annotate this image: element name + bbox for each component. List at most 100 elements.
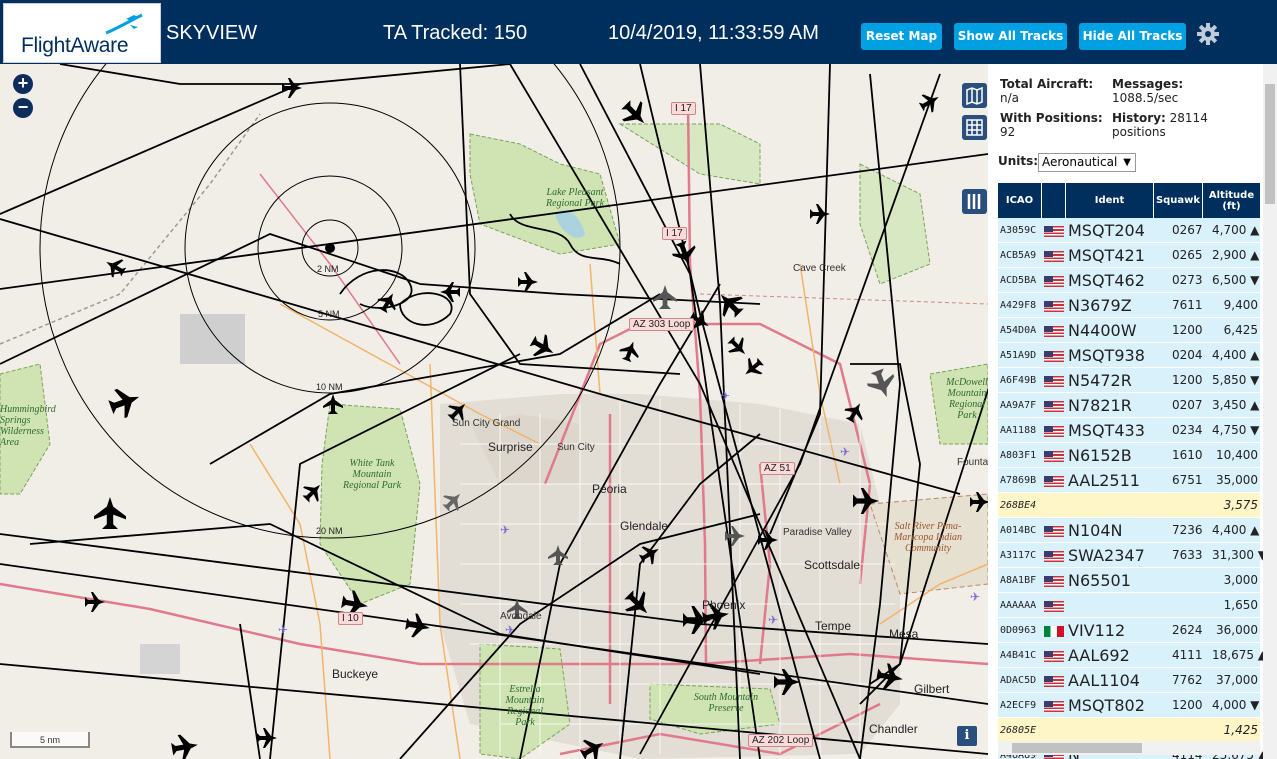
info-button[interactable]: i xyxy=(957,726,977,746)
highway-label: AZ 202 Loop xyxy=(748,734,814,747)
squawk-cell: 0207 xyxy=(1172,398,1203,412)
icao-cell: ADAC5D xyxy=(1000,675,1037,686)
svg-text:✈: ✈ xyxy=(768,613,778,627)
table-horizontal-scrollbar[interactable] xyxy=(998,741,1260,755)
squawk-cell: 7236 xyxy=(1172,523,1203,537)
table-row[interactable]: A51A9D MSQT938 0204 4,400 ▲ xyxy=(998,343,1260,368)
table-row[interactable]: A4B41C AAL692 4111 18,675 ▲ xyxy=(998,643,1267,668)
table-row[interactable]: 26805E 1,425 xyxy=(998,718,1260,743)
us-flag-icon xyxy=(1044,401,1064,412)
table-row[interactable]: AA1188 MSQT433 0234 4,750 ▼ xyxy=(998,418,1260,443)
squawk-cell: 0265 xyxy=(1172,248,1203,262)
zoom-in-button[interactable]: + xyxy=(13,74,33,94)
table-body: A3059C MSQT204 0267 4,700 ▲ ACB5A9 MSQT421 026… xyxy=(998,218,1268,759)
altitude-cell: 6,500 ▼ xyxy=(1212,273,1260,287)
column-header-ident[interactable]: Ident xyxy=(1066,183,1154,218)
icao-cell: 268BE4 xyxy=(1000,500,1037,511)
messages-label: Messages: xyxy=(1112,77,1184,91)
scrollbar-thumb[interactable] xyxy=(1012,743,1142,753)
city-label: Buckeye xyxy=(332,667,379,681)
park-label: White Tank Mountain Regional Park xyxy=(342,458,402,491)
icao-cell: A3117C xyxy=(1000,550,1037,561)
column-header-flag[interactable] xyxy=(1042,183,1066,218)
aircraft-table: ICAO Ident Squawk Altitude (ft) A3059C MS… xyxy=(998,183,1268,759)
squawk-cell: 1200 xyxy=(1172,698,1203,712)
table-row[interactable]: ACB5A9 MSQT421 0265 2,900 ▲ xyxy=(998,243,1260,268)
city-label: Peoria xyxy=(592,482,627,496)
icao-cell: A429F8 xyxy=(1000,300,1037,311)
icao-cell: ACD5BA xyxy=(1000,275,1037,286)
ident-cell: AAL692 xyxy=(1068,646,1130,665)
table-row[interactable]: A54D0A N4400W 1200 6,425 xyxy=(998,318,1260,343)
total-aircraft-value: n/a xyxy=(1000,91,1020,105)
table-row[interactable]: A014BC N104N 7236 4,400 ▲ xyxy=(998,518,1260,543)
icao-cell: AAAAAA xyxy=(1000,600,1037,611)
hide-all-tracks-button[interactable]: Hide All Tracks xyxy=(1079,23,1186,50)
altitude-cell: 3,450 ▲ xyxy=(1212,398,1260,412)
park-label: Lake Pleasant Regional Park xyxy=(545,187,605,209)
table-row[interactable]: A3059C MSQT204 0267 4,700 ▲ xyxy=(998,218,1260,243)
table-row[interactable]: A8A1BF N65501 3,000 xyxy=(998,568,1260,593)
us-flag-icon xyxy=(1044,676,1064,687)
aircraft-panel: Total Aircraft: n/a Messages: 1088.5/sec… xyxy=(988,64,1277,759)
icao-cell: A4B41C xyxy=(1000,650,1037,661)
column-toggle-button[interactable] xyxy=(962,189,987,214)
grid-toggle-button[interactable] xyxy=(962,115,987,140)
svg-text:✈: ✈ xyxy=(278,623,288,637)
table-header: ICAO Ident Squawk Altitude (ft) xyxy=(998,183,1260,218)
us-flag-icon xyxy=(1044,376,1064,387)
scrollbar-thumb[interactable] xyxy=(1265,84,1275,204)
squawk-cell: 4111 xyxy=(1172,648,1203,662)
logo-text: FlightAware xyxy=(21,34,129,57)
panel-vertical-scrollbar[interactable] xyxy=(1263,64,1277,759)
highway-label: AZ 51 xyxy=(760,462,795,475)
units-select[interactable]: Aeronautical ▼ xyxy=(1038,153,1136,172)
zoom-out-button[interactable]: − xyxy=(13,98,33,118)
table-row[interactable]: AAAAAA 1,650 xyxy=(998,593,1260,618)
table-row[interactable]: ADAC5D AAL1104 7762 37,000 xyxy=(998,668,1260,693)
us-flag-icon xyxy=(1044,476,1064,487)
map-canvas[interactable]: ✈ ✈ ✈ ✈ ✈ ✈ ✈ xyxy=(0,64,988,759)
with-positions-label: With Positions: xyxy=(1000,111,1103,125)
table-row[interactable]: 0D0963 VIV112 2624 36,000 xyxy=(998,618,1260,643)
column-header-squawk[interactable]: Squawk xyxy=(1154,183,1203,218)
ident-cell: N65501 xyxy=(1068,571,1131,590)
table-row[interactable]: A6F49B N5472R 1200 5,850 ▼ xyxy=(998,368,1260,393)
table-row[interactable]: A7869B AAL2511 6751 35,000 xyxy=(998,468,1260,493)
squawk-cell: 7633 xyxy=(1172,548,1203,562)
table-row[interactable]: A803F1 N6152B 1610 10,400 xyxy=(998,443,1260,468)
table-row[interactable]: 268BE4 3,575 xyxy=(998,493,1260,518)
icao-cell: A803F1 xyxy=(1000,450,1037,461)
column-header-icao[interactable]: ICAO xyxy=(998,183,1042,218)
show-all-tracks-button[interactable]: Show All Tracks xyxy=(954,23,1067,50)
table-row[interactable]: AA9A7F N7821R 0207 3,450 ▲ xyxy=(998,393,1260,418)
map-view[interactable]: ✈ ✈ ✈ ✈ ✈ ✈ ✈ 2 NM 5 NM 10 NM 20 NM Surprise S… xyxy=(0,64,988,759)
icao-cell: A3059C xyxy=(1000,225,1037,236)
squawk-cell: 2624 xyxy=(1172,623,1203,637)
ident-cell: N5472R xyxy=(1068,371,1132,390)
ring-label-2nm: 2 NM xyxy=(317,264,339,274)
map-layers-button[interactable] xyxy=(962,83,987,108)
history-label: History: xyxy=(1112,111,1166,125)
table-row[interactable]: A2ECF9 MSQT802 1200 4,000 ▼ xyxy=(998,693,1260,718)
icao-cell: 26805E xyxy=(1000,725,1037,736)
gear-icon[interactable] xyxy=(1196,22,1220,46)
dropdown-arrow-icon: ▼ xyxy=(1123,157,1131,168)
reset-map-button[interactable]: Reset Map xyxy=(861,23,942,50)
icao-cell: A7869B xyxy=(1000,475,1037,486)
table-row[interactable]: A3117C SWA2347 7633 31,300 ▼ xyxy=(998,543,1268,568)
altitude-cell: 1,650 xyxy=(1223,598,1258,612)
altitude-cell: 5,850 ▼ xyxy=(1212,373,1260,387)
ident-cell: VIV112 xyxy=(1068,621,1126,640)
history-unit: positions xyxy=(1112,125,1166,139)
altitude-cell: 31,300 ▼ xyxy=(1212,548,1268,562)
table-row[interactable]: A429F8 N3679Z 7611 9,400 xyxy=(998,293,1260,318)
map-icon xyxy=(966,86,983,106)
city-label: Scottsdale xyxy=(804,558,861,572)
icao-cell: AA9A7F xyxy=(1000,400,1037,411)
flightaware-logo[interactable]: FlightAware xyxy=(3,3,161,63)
us-flag-icon xyxy=(1044,701,1064,712)
squawk-cell: 7611 xyxy=(1172,298,1203,312)
table-row[interactable]: ACD5BA MSQT462 0273 6,500 ▼ xyxy=(998,268,1260,293)
column-header-altitude[interactable]: Altitude (ft) xyxy=(1203,183,1260,218)
